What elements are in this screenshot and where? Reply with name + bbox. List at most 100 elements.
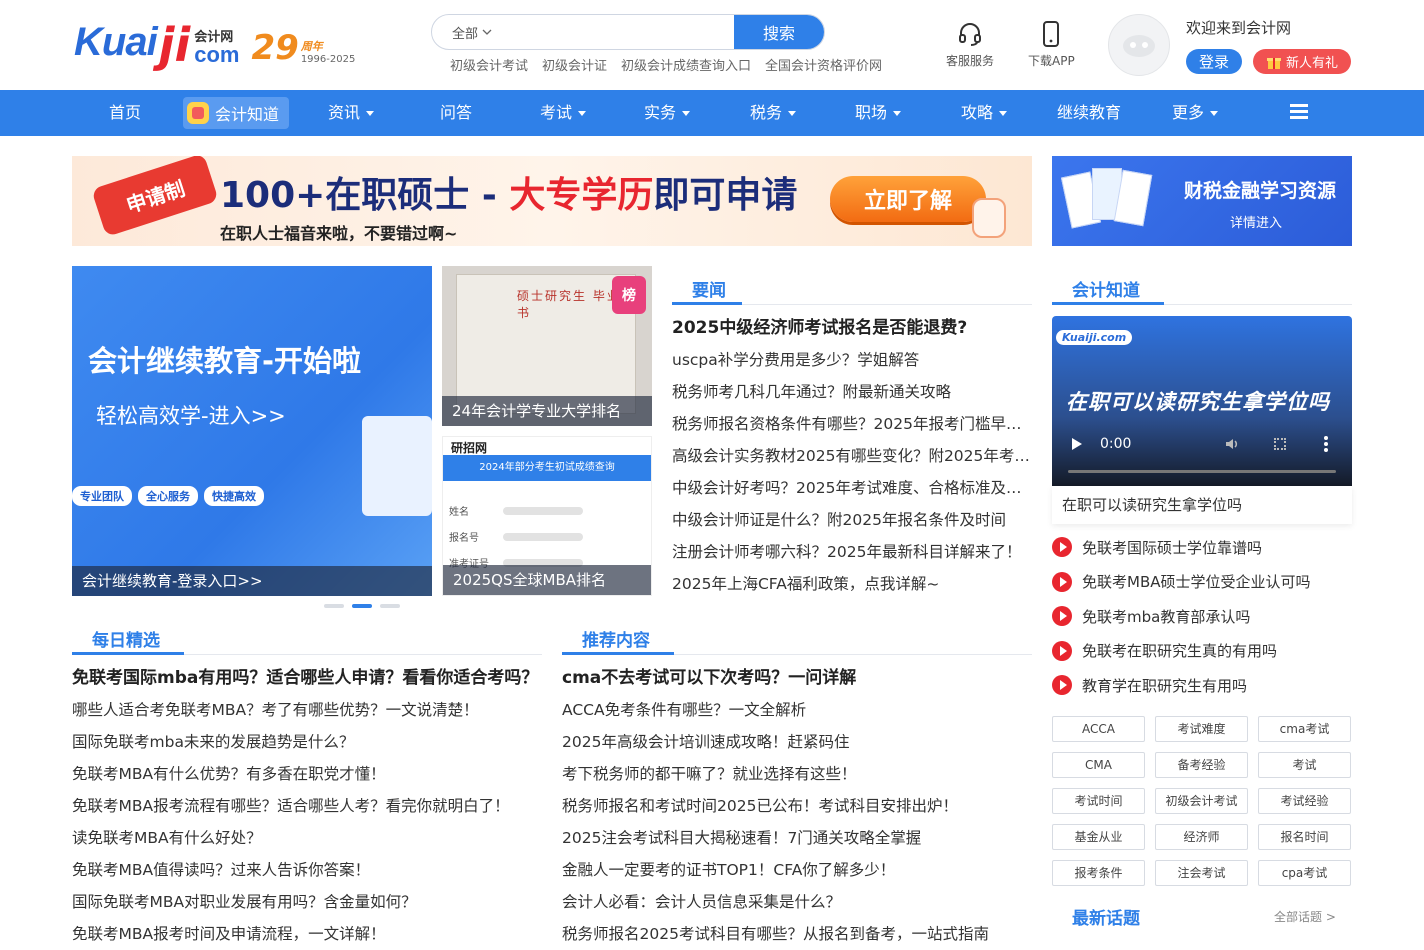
list-item[interactable]: 免联考国际硕士学位靠谱吗 — [1052, 530, 1311, 565]
nav-label: 首页 — [109, 103, 142, 122]
more-options-icon[interactable] — [1324, 436, 1328, 452]
video-title: 在职可以读研究生拿学位吗 — [1066, 390, 1330, 414]
list-item[interactable]: 国际免联考MBA对职业发展有用吗？含金量如何？ — [72, 886, 542, 918]
list-item[interactable]: 2025注会考试科目大揭秘速看！7门通关攻略全掌握 — [562, 822, 1032, 854]
nav-label: 税务 — [750, 103, 783, 122]
ad-banner-master-program[interactable]: 申请制 100+在职硕士 - 大专学历即可申请 在职人士福音来啦，不要错过啊~ … — [72, 156, 1032, 246]
carousel-dot[interactable] — [380, 604, 400, 608]
list-item[interactable]: 免联考MBA报考流程有哪些？适合哪些人考？看完你就明白了！ — [72, 790, 542, 822]
list-item[interactable]: 免联考MBA有什么优势？有多香在职党才懂！ — [72, 758, 542, 790]
list-item[interactable]: 考下税务师的都干嘛了？就业选择有这些！ — [562, 758, 1032, 790]
anniversary-badge: 29 周年 1996-2025 — [251, 31, 355, 65]
tag-chip[interactable]: ACCA — [1052, 716, 1145, 742]
nav-exam[interactable]: 考试 — [540, 90, 587, 136]
nav-more[interactable]: 更多 — [1172, 90, 1219, 136]
nav-tax[interactable]: 税务 — [750, 90, 797, 136]
list-item[interactable]: 免联考MBA报考时间及申请流程，一文详解！ — [72, 918, 542, 950]
yanzhao-logo: 研招网 — [451, 441, 488, 455]
nav-qa[interactable]: 问答 — [440, 90, 472, 136]
nav-continuing-education[interactable]: 继续教育 — [1057, 90, 1121, 136]
list-item[interactable]: 哪些人适合考免联考MBA？考了有哪些优势？一文说清楚！ — [72, 694, 542, 726]
nav-practice[interactable]: 实务 — [644, 90, 691, 136]
nav-career[interactable]: 职场 — [855, 90, 902, 136]
avatar[interactable] — [1108, 14, 1170, 76]
volume-icon[interactable] — [1224, 436, 1240, 452]
list-item[interactable]: ACCA免考条件有哪些？一文全解析 — [562, 694, 1032, 726]
list-item[interactable]: 2025中级经济师考试报名是否能退费? — [672, 312, 1032, 344]
list-item[interactable]: 2025年高级会计培训速成攻略！赶紧码住 — [562, 726, 1032, 758]
list-item[interactable]: 税务师报名和考试时间2025已公布！考试科目安排出炉！ — [562, 790, 1032, 822]
tag-chip[interactable]: 备考经验 — [1155, 752, 1248, 778]
list-item[interactable]: cma不去考试可以下次考吗？一问详解 — [562, 662, 1032, 694]
login-button[interactable]: 登录 — [1186, 49, 1242, 74]
hot-link[interactable]: 初级会计成绩查询入口 — [621, 55, 751, 74]
ad-banner-resources[interactable]: 财税金融学习资源 详情进入 — [1052, 156, 1352, 246]
nav-news[interactable]: 资讯 — [328, 90, 375, 136]
pointing-hand-icon — [972, 198, 1006, 238]
tag-chip[interactable]: 报名时间 — [1258, 824, 1351, 850]
tag-chip[interactable]: 注会考试 — [1155, 860, 1248, 886]
tag-chip[interactable]: CMA — [1052, 752, 1145, 778]
list-item[interactable]: 会计人必看：会计人员信息采集是什么？ — [562, 886, 1032, 918]
play-icon[interactable] — [1072, 438, 1082, 450]
tag-chip[interactable]: 考试难度 — [1155, 716, 1248, 742]
tag-chip[interactable]: 基金从业 — [1052, 824, 1145, 850]
video-progress-bar[interactable] — [1068, 470, 1336, 473]
search-input[interactable] — [512, 15, 734, 49]
list-item[interactable]: 教育学在职研究生有用吗 — [1052, 668, 1311, 703]
list-item[interactable]: 免联考国际mba有用吗？适合哪些人申请？看看你适合考吗？ — [72, 662, 542, 694]
list-item[interactable]: 免联考MBA硕士学位受企业认可吗 — [1052, 565, 1311, 600]
list-item[interactable]: 中级会计师证是什么？附2025年报名条件及时间 — [672, 504, 1032, 536]
video-player[interactable]: Kuaiji.com 在职可以读研究生拿学位吗 0:00 — [1052, 316, 1352, 486]
carousel-dot-active[interactable] — [352, 604, 372, 608]
nav-label: 实务 — [644, 103, 677, 122]
hot-link[interactable]: 初级会计证 — [542, 55, 607, 74]
all-topics-link[interactable]: 全部话题 > — [1274, 908, 1336, 925]
list-item[interactable]: uscpa补学分费用是多少？学姐解答 — [672, 344, 1032, 376]
hamburger-menu-icon[interactable] — [1290, 104, 1308, 120]
tag-chip[interactable]: cpa考试 — [1258, 860, 1351, 886]
certificate-image: 硕士研究生 毕业证书 — [456, 274, 636, 414]
tag-chip[interactable]: 考试时间 — [1052, 788, 1145, 814]
tag-chip[interactable]: 考试 — [1258, 752, 1351, 778]
site-logo[interactable]: Kuai ji 会计网 com 29 周年 1996-2025 — [74, 20, 355, 68]
newcomer-gift-button[interactable]: 新人有礼 — [1253, 49, 1351, 74]
customer-service-button[interactable]: 客服服务 — [946, 20, 994, 69]
list-item[interactable]: 免联考MBA值得读吗？过来人告诉你答案！ — [72, 854, 542, 886]
list-item[interactable]: 中级会计好考吗？2025年考试难度、合格标准及备考建议 — [672, 472, 1032, 504]
learn-more-button[interactable]: 立即了解 — [830, 176, 986, 222]
list-item[interactable]: 2025年上海CFA福利政策，点我详解~ — [672, 568, 1032, 600]
nav-guide[interactable]: 攻略 — [961, 90, 1008, 136]
list-item[interactable]: 免联考mba教育部承认吗 — [1052, 599, 1311, 634]
list-item[interactable]: 国际免联考mba未来的发展趋势是什么？ — [72, 726, 542, 758]
tag-chip[interactable]: 经济师 — [1155, 824, 1248, 850]
list-item[interactable]: 注册会计师考哪六科？2025年最新科目详解来了！ — [672, 536, 1032, 568]
nav-kuaiji-zhidao[interactable]: 会计知道 — [183, 97, 290, 129]
carousel-slide-main[interactable]: 会计继续教育-开始啦 轻松高效学-进入>> 专业团队 全心服务 快捷高效 会计继… — [72, 266, 432, 596]
carousel-dot[interactable] — [324, 604, 344, 608]
apply-badge: 申请制 — [91, 156, 219, 238]
list-item[interactable]: 金融人一定要考的证书TOP1！CFA你了解多少！ — [562, 854, 1032, 886]
carousel-slide-mba[interactable]: 研招网 2024年部分考生初试成绩查询 姓名 报名号 准考证号 2025QS全球… — [442, 436, 652, 596]
tag-chip[interactable]: cma考试 — [1258, 716, 1351, 742]
list-item[interactable]: 读免联考MBA有什么好处？ — [72, 822, 542, 854]
resources-link[interactable]: 详情进入 — [1230, 212, 1282, 231]
search-button[interactable]: 搜索 — [734, 15, 824, 49]
list-item[interactable]: 高级会计实务教材2025有哪些变化？附2025年考试大纲 — [672, 440, 1032, 472]
carousel-slide-ranking[interactable]: 硕士研究生 毕业证书 榜 24年会计学专业大学排名 — [442, 266, 652, 426]
search-bar: 全部 搜索 — [431, 14, 825, 50]
download-app-button[interactable]: 下载APP — [1028, 20, 1075, 69]
tag-chip[interactable]: 报考条件 — [1052, 860, 1145, 886]
search-scope-select[interactable]: 全部 — [432, 15, 512, 49]
list-item[interactable]: 免联考在职研究生真的有用吗 — [1052, 634, 1311, 669]
video-caption[interactable]: 在职可以读研究生拿学位吗 — [1052, 486, 1352, 524]
hot-link[interactable]: 初级会计考试 — [450, 55, 528, 74]
hot-link[interactable]: 全国会计资格评价网 — [765, 55, 882, 74]
fullscreen-icon[interactable] — [1274, 438, 1286, 450]
tag-chip[interactable]: 初级会计考试 — [1155, 788, 1248, 814]
tag-chip[interactable]: 考试经验 — [1258, 788, 1351, 814]
list-item[interactable]: 税务师报名资格条件有哪些？2025年报考门槛早知道 — [672, 408, 1032, 440]
list-item[interactable]: 税务师考几科几年通过？附最新通关攻略 — [672, 376, 1032, 408]
nav-home[interactable]: 首页 — [109, 90, 141, 136]
list-item[interactable]: 税务师报名2025考试科目有哪些？从报名到备考，一站式指南 — [562, 918, 1032, 950]
